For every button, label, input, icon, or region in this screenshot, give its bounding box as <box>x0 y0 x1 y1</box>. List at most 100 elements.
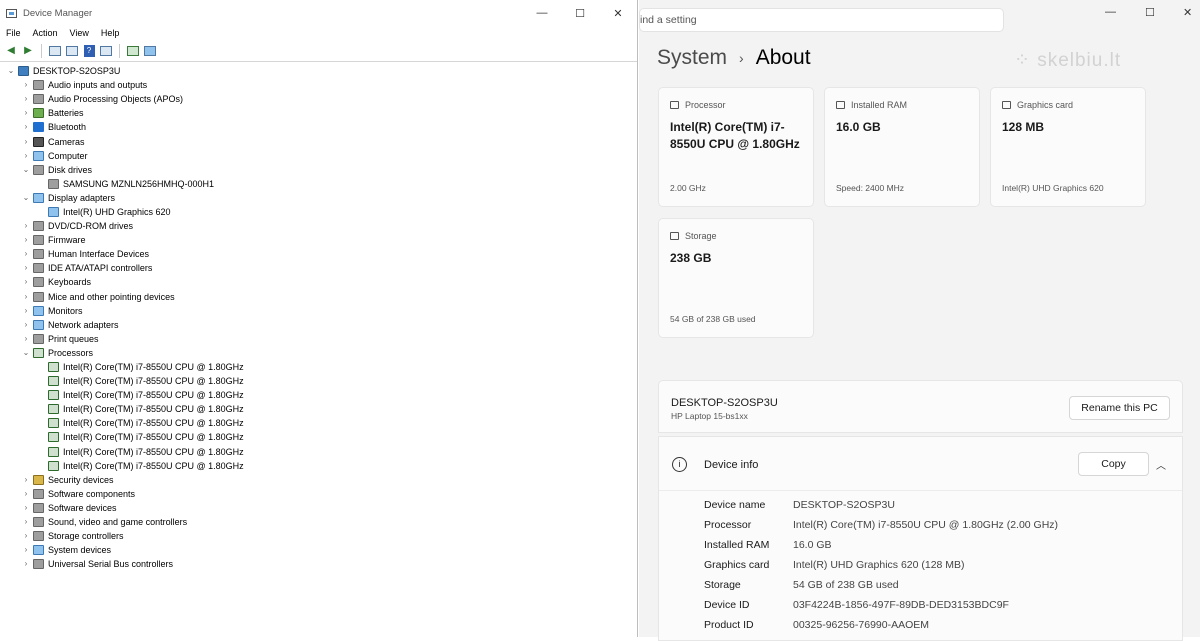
tree-item[interactable]: Intel(R) Core(TM) i7-8550U CPU @ 1.80GHz <box>0 402 637 416</box>
device-info-header[interactable]: i Device info Copy ︿ <box>659 437 1182 491</box>
chevron-right-icon[interactable]: › <box>21 501 31 515</box>
minimize-icon[interactable]: — <box>523 7 561 19</box>
menu-action[interactable]: Action <box>33 28 58 38</box>
tree-item[interactable]: › Software devices <box>0 501 637 515</box>
forward-arrow-icon[interactable]: ▶ <box>21 44 35 58</box>
menu-file[interactable]: File <box>6 28 21 38</box>
tree-item[interactable]: › Cameras <box>0 134 637 148</box>
chevron-right-icon[interactable]: › <box>21 106 31 120</box>
menu-help[interactable]: Help <box>101 28 120 38</box>
scan-hardware-icon[interactable] <box>126 44 140 58</box>
close-icon[interactable]: ✕ <box>1183 6 1192 19</box>
spec-row: Product ID 00325-96256-76990-AAOEM <box>704 619 929 631</box>
card-sub: 2.00 GHz <box>670 183 706 193</box>
breadcrumb-system[interactable]: System <box>657 46 727 70</box>
tree-item[interactable]: › Human Interface Devices <box>0 247 637 261</box>
card-value: 238 GB <box>670 251 712 265</box>
chevron-down-icon[interactable]: ⌄ <box>21 346 31 360</box>
pc-name: DESKTOP-S2OSP3U <box>671 397 778 409</box>
chip-device-icon <box>33 347 44 358</box>
tree-item[interactable]: Intel(R) Core(TM) i7-8550U CPU @ 1.80GHz <box>0 360 637 374</box>
spec-key: Processor <box>704 519 752 531</box>
tree-item[interactable]: ⌄ Processors <box>0 346 637 360</box>
tree-item[interactable]: › Firmware <box>0 233 637 247</box>
tree-item[interactable]: › Network adapters <box>0 318 637 332</box>
tree-item[interactable]: Intel(R) Core(TM) i7-8550U CPU @ 1.80GHz <box>0 416 637 430</box>
chevron-right-icon[interactable]: › <box>21 120 31 134</box>
tree-item[interactable]: › Sound, video and game controllers <box>0 515 637 529</box>
tree-item[interactable]: › Bluetooth <box>0 120 637 134</box>
chevron-right-icon[interactable]: › <box>21 290 31 304</box>
maximize-icon[interactable]: ☐ <box>561 7 599 20</box>
list-view-icon[interactable] <box>99 44 113 58</box>
tree-item[interactable]: › IDE ATA/ATAPI controllers <box>0 261 637 275</box>
tree-item[interactable]: Intel(R) Core(TM) i7-8550U CPU @ 1.80GHz <box>0 374 637 388</box>
tree-item[interactable]: Intel(R) Core(TM) i7-8550U CPU @ 1.80GHz <box>0 388 637 402</box>
tree-item[interactable]: ⌄ DESKTOP-S2OSP3U <box>0 64 637 78</box>
yellow-device-icon <box>33 474 44 485</box>
chevron-right-icon[interactable]: › <box>21 247 31 261</box>
chevron-right-icon[interactable]: › <box>21 473 31 487</box>
chevron-right-icon[interactable]: › <box>21 515 31 529</box>
properties-icon[interactable] <box>48 44 62 58</box>
back-arrow-icon[interactable]: ◀ <box>4 44 18 58</box>
tree-item[interactable]: › Audio Processing Objects (APOs) <box>0 92 637 106</box>
chevron-right-icon[interactable]: › <box>21 92 31 106</box>
settings-window: ind a setting — ☐ ✕ System › About ⁘ ske… <box>639 0 1200 641</box>
tree-item[interactable]: › Mice and other pointing devices <box>0 290 637 304</box>
info-icon: i <box>672 457 687 472</box>
tree-item[interactable]: › Universal Serial Bus controllers <box>0 557 637 571</box>
tree-item[interactable]: › DVD/CD-ROM drives <box>0 219 637 233</box>
help-icon[interactable]: ? <box>82 44 96 58</box>
chevron-right-icon[interactable]: › <box>21 318 31 332</box>
tree-item[interactable]: Intel(R) UHD Graphics 620 <box>0 205 637 219</box>
chevron-right-icon[interactable]: › <box>21 557 31 571</box>
chevron-right-icon[interactable]: › <box>21 275 31 289</box>
tree-item[interactable]: › System devices <box>0 543 637 557</box>
tree-item[interactable]: Intel(R) Core(TM) i7-8550U CPU @ 1.80GHz <box>0 445 637 459</box>
gray-device-icon <box>33 249 44 260</box>
chevron-down-icon[interactable]: ⌄ <box>21 163 31 177</box>
tree-item[interactable]: › Print queues <box>0 332 637 346</box>
copy-button[interactable]: Copy <box>1078 452 1149 476</box>
monitor-icon[interactable] <box>143 44 157 58</box>
tree-item[interactable]: ⌄ Disk drives <box>0 163 637 177</box>
chevron-up-icon[interactable]: ︿ <box>1156 457 1166 472</box>
tree-item[interactable]: › Monitors <box>0 304 637 318</box>
chevron-right-icon[interactable]: › <box>21 149 31 163</box>
tree-item[interactable]: › Batteries <box>0 106 637 120</box>
menu-view[interactable]: View <box>70 28 89 38</box>
chevron-right-icon[interactable]: › <box>21 261 31 275</box>
tree-item[interactable]: › Audio inputs and outputs <box>0 78 637 92</box>
tree-item[interactable]: › Security devices <box>0 473 637 487</box>
tree-item-label: Intel(R) Core(TM) i7-8550U CPU @ 1.80GHz <box>63 362 244 373</box>
search-input[interactable]: ind a setting <box>639 8 1004 32</box>
rename-pc-button[interactable]: Rename this PC <box>1069 396 1170 420</box>
close-icon[interactable]: ✕ <box>599 7 637 20</box>
tree-item[interactable]: › Keyboards <box>0 275 637 289</box>
chevron-right-icon[interactable]: › <box>21 135 31 149</box>
chevron-down-icon[interactable]: ⌄ <box>6 64 16 78</box>
chevron-right-icon[interactable]: › <box>21 487 31 501</box>
chevron-right-icon[interactable]: › <box>21 529 31 543</box>
card-label: Processor <box>685 100 726 110</box>
chevron-right-icon[interactable]: › <box>21 543 31 557</box>
maximize-icon[interactable]: ☐ <box>1145 6 1155 19</box>
chevron-right-icon[interactable]: › <box>21 332 31 346</box>
tree-item[interactable]: SAMSUNG MZNLN256HMHQ-000H1 <box>0 177 637 191</box>
tree-item[interactable]: Intel(R) Core(TM) i7-8550U CPU @ 1.80GHz <box>0 430 637 444</box>
chevron-right-icon[interactable]: › <box>21 219 31 233</box>
gray-device-icon <box>33 235 44 246</box>
tree-item[interactable]: ⌄ Display adapters <box>0 191 637 205</box>
chevron-right-icon[interactable]: › <box>21 233 31 247</box>
tree-item-label: Software components <box>48 488 136 499</box>
tree-item[interactable]: Intel(R) Core(TM) i7-8550U CPU @ 1.80GHz <box>0 459 637 473</box>
chevron-down-icon[interactable]: ⌄ <box>21 191 31 205</box>
show-hide-tree-icon[interactable] <box>65 44 79 58</box>
chevron-right-icon[interactable]: › <box>21 78 31 92</box>
chevron-right-icon[interactable]: › <box>21 304 31 318</box>
tree-item[interactable]: › Computer <box>0 149 637 163</box>
tree-item[interactable]: › Software components <box>0 487 637 501</box>
minimize-icon[interactable]: — <box>1105 6 1116 18</box>
tree-item[interactable]: › Storage controllers <box>0 529 637 543</box>
